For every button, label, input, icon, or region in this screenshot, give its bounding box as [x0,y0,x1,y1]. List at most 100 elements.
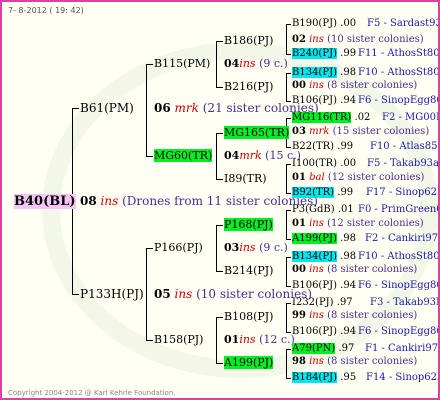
gen4-row-12: I232(PJ) .97 [292,297,353,308]
gen4-origin-5: F10 - Atlas85R [370,141,440,152]
root-mating-mark: ins [100,194,119,208]
connector-gen3-2-top [286,118,291,119]
connector-gen2-2-bottom [216,271,223,272]
connector-gen2-1-bottom [216,179,223,180]
gen2-mating-1: 04mrk (15 c.) [224,149,301,162]
gen4-row-7: B92(TR) .99 [292,187,354,198]
gen3-queen-0: B186(PJ) [224,34,274,47]
connector-gen2-0-bottom [216,87,223,88]
gen4-origin-8: F0 - PrimGreen00 [358,204,440,215]
gen3-queen-5: B214(PJ) [224,264,274,277]
connector-gen3-4-top [286,210,291,211]
gen4-row-8: P3(GdB) .01 [292,204,354,215]
gen4-origin-7: F17 - Sinop62R [366,187,440,198]
gen3-mating-1: 00 ins (8 sister colonies) [292,80,418,91]
connector-gen3-2-bottom [286,147,291,148]
connector-root-top [72,108,79,109]
gen4-origin-12: F3 - Takab93R [370,297,440,308]
gen4-origin-10: F10 - AthosSt80R [358,251,440,262]
connector-gen3-7-bottom [286,378,291,379]
connector-gen2-3-bottom [216,363,223,364]
print-date: 7- 8-2012 ( 19: 42) [8,6,84,15]
gen2-mating-0: 04ins (9 c.) [224,57,288,70]
connector-gen3-4-bottom [286,239,291,240]
gen2-mating-2: 03ins (9 c.) [224,241,288,254]
gen4-origin-11: F6 - SinopEgg86R [358,280,438,291]
gen4-origin-4: F2 - MG00R [382,112,440,123]
gen4-row-4: MG116(TR) .02 [292,112,371,123]
connector-gen1-1-bottom [146,340,153,341]
connector-gen2-2-vertical [216,225,217,272]
gen3-queen-6: B108(PJ) [224,310,274,323]
gen3-mating-4: 01 ins (12 sister colonies) [292,218,424,229]
connector-gen3-0-vertical [286,24,287,55]
gen4-row-5: B22(TR) .99 [292,141,354,152]
gen4-origin-2: F10 - AthosSt80R [358,67,440,78]
gen4-origin-0: F5 - Sardast93R [367,18,438,29]
connector-gen3-0-top [286,24,291,25]
connector-gen3-6-vertical [286,303,287,333]
gen4-origin-3: F6 - SinopEgg86R [358,95,438,106]
connector-gen2-2-top [216,225,223,226]
connector-gen2-0-vertical [216,41,217,88]
gen4-row-11: B106(PJ) .94 [292,280,357,291]
gen3-mating-7: 98 ins (8 sister colonies) [292,356,418,367]
connector-gen3-1-vertical [286,73,287,102]
gen4-row-10: B134(PJ) .98 [292,251,357,262]
connector-root-bottom [72,294,79,295]
gen3-queen-3: I89(TR) [224,172,267,185]
gen4-row-6: I100(TR) .00 [292,158,357,169]
gen1-queen-0: B61(PM) [80,101,134,115]
gen1-mating-1: 05 ins (10 sister colonies) [154,287,313,301]
gen4-origin-14: F1 - Cankiri97Q [365,343,440,354]
gen2-mating-3: 01ins (12 c.) [224,333,295,346]
gen4-row-9: A199(PJ) .98 [292,233,356,244]
gen3-queen-7: A199(PJ) [224,356,274,369]
connector-gen3-4-vertical [286,210,287,240]
gen4-origin-15: F14 - Sinop62R [366,372,440,383]
connector-gen1-1-top [146,248,153,249]
connector-gen3-5-top [286,257,291,258]
gen4-row-15: B184(PJ) .95 [292,372,357,383]
connector-gen1-0-vertical [146,64,147,157]
copyright-footer: Copyright 2004-2012 @ Karl Kehrle Founda… [8,389,176,397]
connector-gen2-1-top [216,133,223,134]
gen3-queen-1: B216(PJ) [224,80,274,93]
gen4-origin-1: F11 - AthosSt80R [358,48,440,59]
gen2-queen-3: B158(PJ) [154,333,204,346]
root-mating-num: 08 [80,194,97,208]
connector-gen3-3-top [286,164,291,165]
gen2-queen-1: MG60(TR) [154,149,213,162]
gen4-row-1: B240(PJ) .99 [292,48,357,59]
gen4-row-14: A79(PN) .97 [292,343,355,354]
connector-gen3-6-top [286,303,291,304]
connector-gen3-0-bottom [286,54,291,55]
root-queen: B40(BL) [14,194,76,209]
connector-gen2-0-top [216,41,223,42]
pedigree-frame: 7- 8-2012 ( 19: 42) B40(BL) 08 ins (Dron… [0,0,440,400]
root-mating: 08 ins (Drones from 11 sister colonies) [80,195,318,207]
root-queen-label: B40(BL) [14,194,76,209]
gen3-mating-0: 02 ins (10 sister colonies) [292,34,424,45]
connector-gen1-0-top [146,64,153,65]
gen2-queen-0: B115(PM) [154,57,211,70]
gen3-queen-4: P168(PJ) [224,218,273,231]
connector-gen2-3-top [216,317,223,318]
connector-gen3-7-vertical [286,349,287,379]
connector-gen3-3-vertical [286,164,287,194]
root-mating-note: (Drones from 11 sister colonies) [122,194,318,208]
connector-gen3-1-top [286,73,291,74]
gen3-queen-2: MG165(TR) [224,126,290,139]
gen4-row-2: B134(PJ) .98 [292,67,357,78]
gen1-queen-1: P133H(PJ) [80,287,144,301]
connector-gen1-1-vertical [146,248,147,341]
gen3-mating-6: 99 ins (8 sister colonies) [292,310,418,321]
gen3-mating-2: 03 mrk (15 sister colonies) [292,126,430,137]
gen3-mating-5: 00 ins (8 sister colonies) [292,264,418,275]
gen2-queen-2: P166(PJ) [154,241,203,254]
connector-gen3-5-vertical [286,257,287,287]
gen4-origin-13: F6 - SinopEgg86R [358,326,438,337]
gen4-row-0: B190(PJ) .00 [292,18,357,29]
gen4-origin-6: F5 - Takab93aR [367,158,440,169]
gen4-origin-9: F2 - Cankiri97Q [365,233,440,244]
